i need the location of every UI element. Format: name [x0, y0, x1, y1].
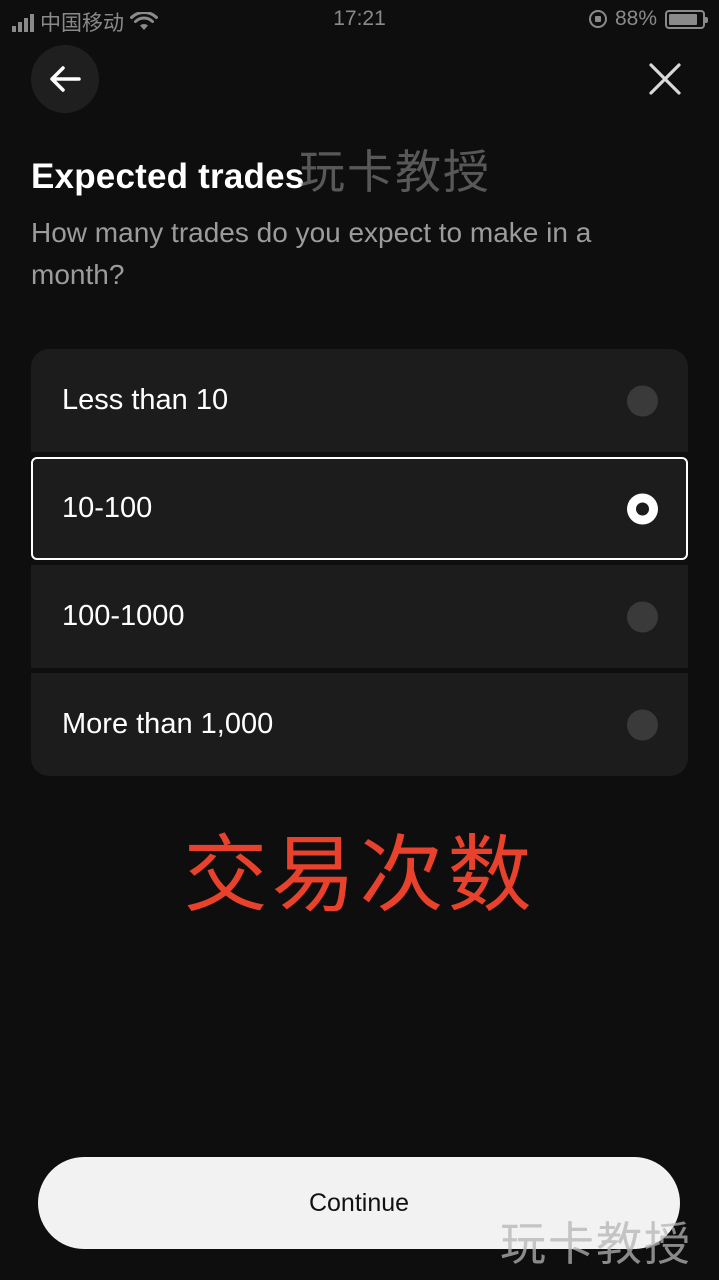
close-icon [649, 63, 681, 95]
orientation-lock-icon [588, 10, 607, 28]
watermark-bottom: 玩卡教授 [500, 1217, 692, 1271]
back-button[interactable] [31, 45, 99, 113]
option-label: 100-1000 [62, 600, 185, 632]
page-subtitle: How many trades do you expect to make in… [31, 217, 592, 290]
option-more-than-1000[interactable]: More than 1,000 [31, 673, 688, 776]
arrow-left-icon [50, 66, 81, 92]
close-button[interactable] [640, 54, 690, 104]
battery-icon [665, 9, 708, 29]
status-bar: 中国移动 17:21 88% [0, 0, 719, 38]
radio-icon[interactable] [627, 709, 658, 740]
annotation-text: 交易次数 [183, 826, 536, 924]
radio-icon[interactable] [627, 601, 658, 632]
watermark-top: 玩卡教授 [299, 145, 491, 199]
option-label: Less than 10 [62, 384, 229, 416]
radio-icon[interactable] [627, 385, 658, 416]
screen: 中国移动 17:21 88% Expected trades 玩卡教授 How … [0, 0, 719, 1280]
option-label: More than 1,000 [62, 708, 274, 740]
option-10-100[interactable]: 10-100 [31, 457, 688, 560]
battery-percent: 88% [614, 7, 657, 30]
radio-selected-icon[interactable] [627, 493, 658, 524]
battery-fill [669, 13, 698, 25]
trade-options-list: Less than 10 10-100 100-1000 More than 1… [31, 349, 688, 776]
option-label: 10-100 [62, 492, 153, 524]
page-title: Expected trades [31, 157, 305, 196]
option-100-1000[interactable]: 100-1000 [31, 565, 688, 668]
option-less-than-10[interactable]: Less than 10 [31, 349, 688, 452]
status-right: 88% [588, 7, 708, 31]
